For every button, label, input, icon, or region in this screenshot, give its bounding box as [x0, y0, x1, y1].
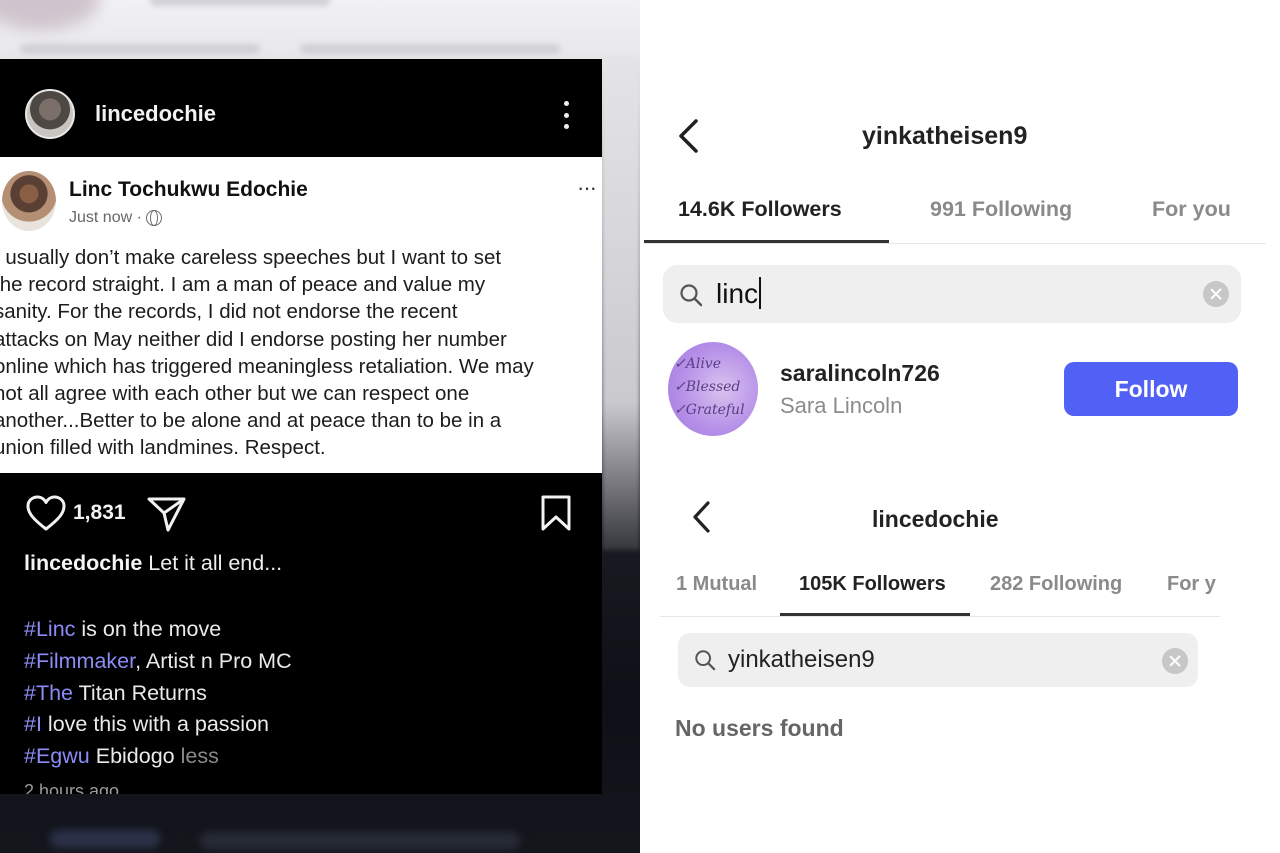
post-line: union filled with landmines. Respect.	[0, 436, 326, 460]
result-username[interactable]: saralincoln726	[780, 360, 940, 387]
blurred-background-text	[200, 832, 520, 850]
back-arrow-icon[interactable]	[676, 118, 700, 154]
post-line: not all agree with each other but we can…	[0, 381, 470, 405]
result-full-name: Sara Lincoln	[780, 393, 903, 418]
hashtag-line: #The Titan Returns	[24, 678, 292, 710]
blurred-background-text	[20, 44, 260, 54]
tab-followers[interactable]: 105K Followers	[799, 573, 946, 596]
post-line: I usually don’t make careless speeches b…	[0, 246, 502, 269]
hashtag-text: love this with a passion	[41, 712, 269, 737]
post-timestamp: Just now ·	[69, 209, 162, 227]
hashtag-link[interactable]: #Egwu	[24, 744, 90, 768]
caption-text: Let it all end...	[148, 551, 283, 575]
hashtag-list: #Linc is on the move #Filmmaker, Artist …	[24, 614, 292, 773]
hashtag-line: #Egwu Ebidogo less	[24, 741, 292, 773]
avatar-text: ✓Alive	[674, 356, 721, 372]
post-caption: lincedochie Let it all end...	[24, 551, 594, 576]
back-arrow-icon[interactable]	[690, 500, 712, 534]
clear-search-icon[interactable]	[1203, 281, 1229, 307]
hashtag-line: #Filmmaker, Artist n Pro MC	[24, 646, 292, 678]
empty-state-message: No users found	[675, 715, 844, 741]
tab-following[interactable]: 282 Following	[990, 573, 1122, 596]
search-value: linc	[716, 277, 762, 310]
post-line: the record straight. I am a man of peace…	[0, 273, 486, 297]
avatar-text: ✓Grateful	[674, 402, 745, 418]
tab-following[interactable]: 991 Following	[930, 197, 1072, 222]
caption-username[interactable]: lincedochie	[24, 551, 142, 575]
tab-for-you[interactable]: For y	[1167, 573, 1216, 596]
hashtag-link[interactable]: #Linc	[24, 617, 75, 641]
search-input[interactable]: linc	[663, 265, 1241, 323]
post-time-text: Just now ·	[69, 209, 142, 226]
less-link[interactable]: less	[181, 744, 219, 768]
hashtag-text: Ebidogo	[89, 744, 181, 769]
blurred-background-text	[50, 830, 160, 848]
text-caret	[759, 277, 762, 309]
avatar	[2, 171, 56, 231]
post-username[interactable]: lincedochie	[95, 101, 216, 127]
hashtag-link[interactable]: #I	[24, 712, 42, 736]
heart-icon[interactable]	[25, 494, 67, 532]
hashtag-line: #I love this with a passion	[24, 709, 292, 741]
avatar-text: ✓Blessed	[674, 379, 741, 395]
avatar[interactable]: ✓Alive ✓Blessed ✓Grateful	[668, 342, 758, 436]
tab-followers[interactable]: 14.6K Followers	[678, 197, 842, 222]
profile-title: yinkatheisen9	[862, 122, 1028, 150]
like-count[interactable]: 1,831	[73, 501, 126, 525]
blurred-background-text	[300, 44, 560, 54]
clear-search-icon[interactable]	[1162, 648, 1188, 674]
instagram-post: lincedochie Linc Tochukwu Edochie Just n…	[0, 59, 602, 794]
blurred-background-edge	[602, 60, 640, 550]
post-body: I usually don’t make careless speeches b…	[0, 244, 602, 462]
search-icon	[680, 284, 703, 307]
post-line: sanity. For the records, I did not endor…	[0, 300, 458, 324]
blurred-background-text	[150, 0, 330, 6]
search-icon	[695, 650, 716, 671]
post-line: attacks on May neither did I endorse pos…	[0, 327, 507, 351]
globe-icon	[145, 210, 162, 226]
divider	[644, 243, 1266, 244]
search-value: yinkatheisen9	[728, 646, 875, 673]
more-options-icon[interactable]	[556, 99, 576, 131]
tab-for-you[interactable]: For you	[1152, 197, 1231, 222]
post-line: another...Better to be alone and at peac…	[0, 409, 502, 433]
left-screenshot: lincedochie Linc Tochukwu Edochie Just n…	[0, 0, 640, 853]
more-options-icon: ···	[577, 175, 597, 200]
hashtag-text: Titan Returns	[73, 680, 207, 705]
post-header: lincedochie	[0, 59, 602, 157]
search-text: linc	[716, 278, 759, 309]
search-input[interactable]: yinkatheisen9	[678, 633, 1198, 687]
hashtag-link[interactable]: #The	[24, 681, 73, 705]
post-actions: 1,831	[0, 489, 602, 539]
right-screenshot: yinkatheisen9 14.6K Followers 991 Follow…	[640, 0, 1280, 853]
post-author: Linc Tochukwu Edochie	[69, 178, 308, 201]
share-icon[interactable]	[146, 495, 188, 533]
hashtag-text: , Artist n Pro MC	[135, 648, 292, 673]
profile-title: lincedochie	[872, 506, 999, 532]
facebook-post-screenshot: Linc Tochukwu Edochie Just now · ··· I u…	[0, 157, 602, 473]
divider	[660, 616, 1220, 617]
hashtag-line: #Linc is on the move	[24, 614, 292, 646]
hashtag-link[interactable]: #Filmmaker	[24, 649, 135, 673]
post-line: online which has triggered meaningless r…	[0, 354, 534, 378]
hashtag-text: is on the move	[75, 617, 222, 641]
avatar[interactable]	[25, 89, 75, 139]
post-time-ago: 2 hours ago	[24, 781, 120, 794]
tab-mutual[interactable]: 1 Mutual	[676, 573, 757, 596]
blurred-background-avatar	[0, 0, 100, 30]
follow-button[interactable]: Follow	[1064, 362, 1238, 416]
bookmark-icon[interactable]	[540, 494, 572, 532]
